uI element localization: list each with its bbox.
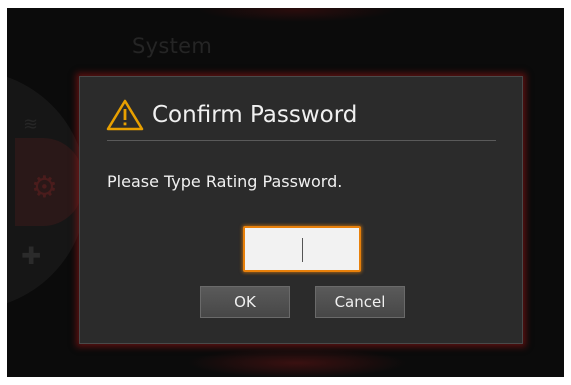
- text-caret: [302, 238, 303, 262]
- password-input[interactable]: [245, 228, 363, 272]
- screen-frame: System ≋ ⚙ ✚ Confirm Password Please Typ…: [7, 8, 564, 377]
- wifi-icon: ≋: [23, 114, 39, 135]
- confirm-password-dialog: Confirm Password Please Type Rating Pass…: [79, 76, 523, 344]
- dialog-message: Please Type Rating Password.: [107, 172, 343, 191]
- gear-icon: ⚙: [31, 170, 58, 205]
- dialog-title: Confirm Password: [152, 102, 358, 128]
- background-glow-bottom: [187, 348, 407, 377]
- ok-button[interactable]: OK: [200, 286, 290, 318]
- title-divider: [107, 140, 496, 141]
- warning-icon: [106, 99, 144, 131]
- background-glow-top: [197, 8, 397, 22]
- tools-icon: ✚: [21, 242, 42, 270]
- dialog-header: Confirm Password: [106, 97, 357, 133]
- background-screen-title: System: [132, 34, 213, 58]
- cancel-button[interactable]: Cancel: [315, 286, 405, 318]
- password-field-container: [243, 226, 363, 272]
